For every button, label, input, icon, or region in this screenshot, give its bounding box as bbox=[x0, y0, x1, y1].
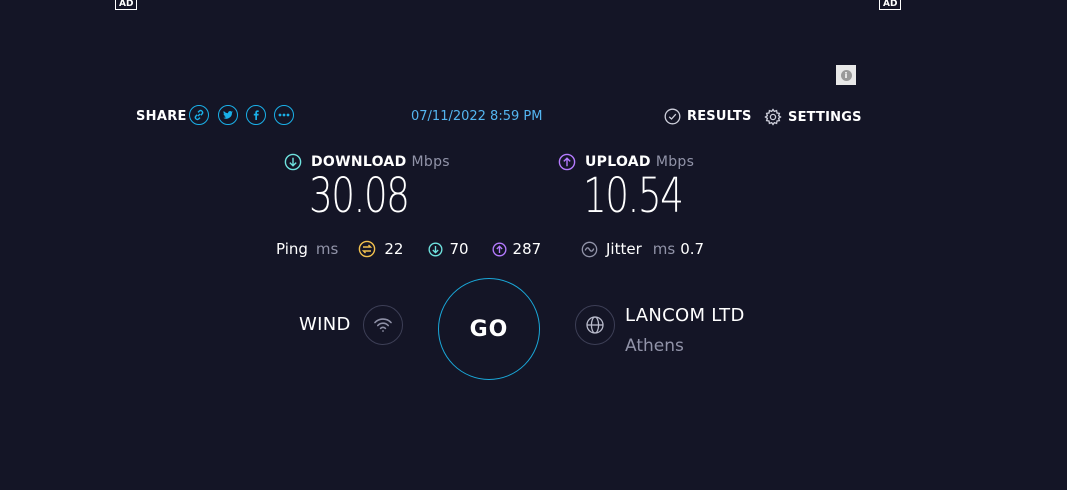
ping-idle-value: 22 bbox=[384, 240, 404, 258]
result-date-link[interactable]: 07/11/2022 8:59 PM bbox=[411, 109, 542, 124]
jitter-label: Jitter bbox=[606, 240, 642, 258]
jitter-value: 0.7 bbox=[680, 240, 705, 258]
isp-name[interactable]: WIND bbox=[299, 314, 351, 335]
check-circle-icon bbox=[664, 108, 681, 125]
jitter-row: Jitter ms 0.7 bbox=[581, 240, 704, 258]
ad-badge-left: AD bbox=[115, 0, 138, 10]
go-label: GO bbox=[469, 316, 509, 342]
share-label: SHARE bbox=[136, 109, 187, 124]
server-name[interactable]: LANCOM LTD bbox=[625, 305, 745, 326]
ping-upload-icon bbox=[492, 242, 507, 256]
jitter-icon bbox=[581, 241, 598, 257]
results-button[interactable]: RESULTS bbox=[664, 108, 752, 125]
go-button[interactable]: GO bbox=[438, 278, 540, 380]
gear-icon bbox=[764, 108, 782, 126]
upload-value: 10.54 bbox=[583, 168, 684, 224]
ping-download-icon bbox=[428, 242, 443, 256]
wifi-icon bbox=[374, 318, 392, 332]
ping-download-value: 70 bbox=[449, 240, 469, 258]
ad-info-button[interactable]: i bbox=[836, 65, 856, 85]
server-icon-ring[interactable] bbox=[575, 305, 615, 345]
download-arrow-icon bbox=[284, 153, 302, 171]
jitter-unit: ms bbox=[652, 240, 676, 258]
ping-upload-value: 287 bbox=[512, 240, 542, 258]
settings-button[interactable]: SETTINGS bbox=[764, 108, 862, 126]
ping-label: Ping bbox=[276, 240, 308, 258]
facebook-icon[interactable] bbox=[246, 105, 266, 125]
globe-icon bbox=[586, 316, 604, 334]
isp-icon-ring bbox=[363, 305, 403, 345]
ping-unit: ms bbox=[315, 240, 339, 258]
ping-row: Ping ms 22 70 287 bbox=[276, 240, 541, 258]
results-label: RESULTS bbox=[687, 109, 752, 124]
download-value: 30.08 bbox=[309, 168, 410, 224]
upload-arrow-icon bbox=[558, 153, 576, 171]
ping-idle-icon bbox=[359, 240, 376, 258]
more-icon[interactable] bbox=[274, 105, 294, 125]
ad-badge-right: AD bbox=[879, 0, 902, 10]
twitter-icon[interactable] bbox=[218, 105, 238, 125]
server-location[interactable]: Athens bbox=[625, 336, 684, 356]
download-unit: Mbps bbox=[411, 154, 450, 170]
link-icon[interactable] bbox=[189, 105, 209, 125]
settings-label: SETTINGS bbox=[788, 109, 862, 125]
info-icon: i bbox=[840, 69, 852, 81]
